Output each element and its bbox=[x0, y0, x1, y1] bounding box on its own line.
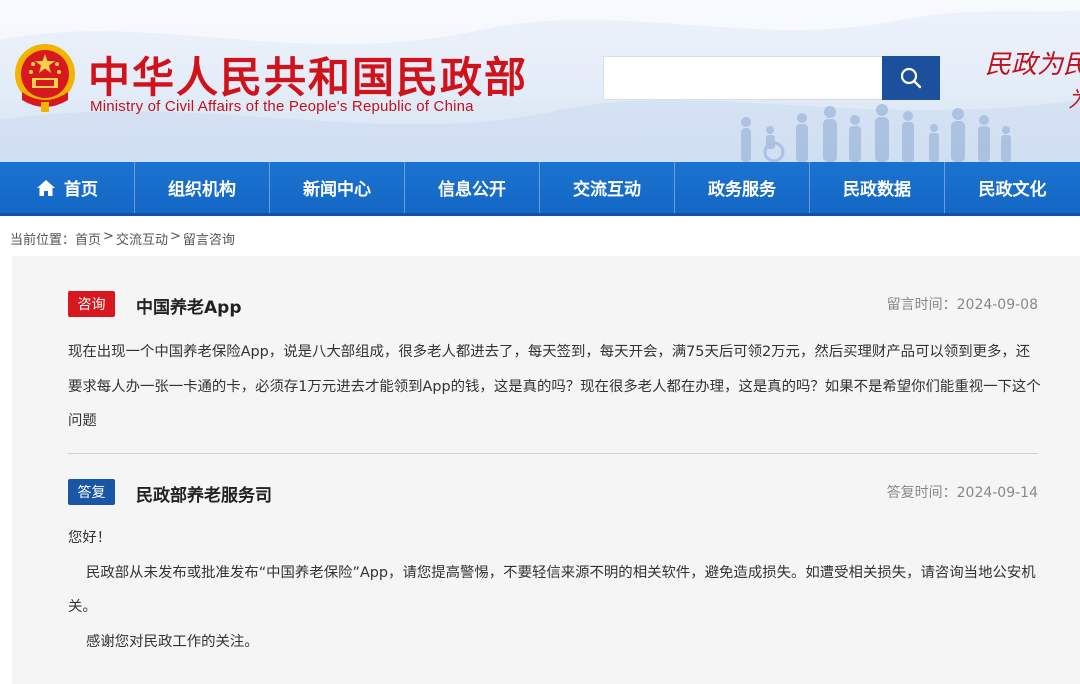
reply-tag: 答复 bbox=[68, 479, 115, 505]
nav-item-services[interactable]: 政务服务 bbox=[675, 162, 810, 213]
nav-item-label: 政务服务 bbox=[708, 180, 776, 200]
reply-greeting: 您好！ bbox=[68, 530, 112, 546]
nav-item-label: 民政文化 bbox=[978, 180, 1047, 200]
slogan-text: 民政为民 bbox=[985, 50, 1080, 80]
breadcrumb-link-current[interactable]: 留言咨询 bbox=[183, 229, 235, 248]
nav-item-info-disclosure[interactable]: 信息公开 bbox=[405, 162, 540, 213]
site-subtitle: Ministry of Civil Affairs of the People'… bbox=[90, 98, 474, 115]
breadcrumb-link-interaction[interactable]: 交流互动 bbox=[116, 229, 168, 248]
reply-paragraph: 民政部从未发布或批准发布“中国养老保险”App，请您提高警惕，不要轻信来源不明的… bbox=[68, 564, 1036, 616]
slogan-text-2: 为 bbox=[1068, 82, 1080, 114]
nav-item-data[interactable]: 民政数据 bbox=[810, 162, 945, 213]
nav-item-interaction[interactable]: 交流互动 bbox=[540, 162, 675, 213]
nav-item-label: 信息公开 bbox=[438, 180, 506, 200]
reply-closing: 感谢您对民政工作的关注。 bbox=[86, 633, 259, 650]
national-emblem-icon bbox=[15, 44, 75, 112]
nav-item-label: 民政数据 bbox=[843, 180, 911, 200]
nav-item-home[interactable]: 首页 bbox=[0, 162, 135, 213]
nav-item-label: 首页 bbox=[64, 180, 98, 200]
nav-item-label: 组织机构 bbox=[168, 180, 236, 200]
search-icon bbox=[900, 67, 922, 89]
inquiry-tag: 咨询 bbox=[68, 291, 115, 317]
nav-item-label: 交流互动 bbox=[573, 180, 641, 200]
search-input[interactable] bbox=[603, 56, 883, 100]
inquiry-title: 中国养老App bbox=[136, 298, 242, 318]
inquiry-date: 留言时间：2024-09-08 bbox=[886, 297, 1038, 313]
main-navigation: 首页 组织机构 新闻中心 信息公开 交流互动 政务服务 民政数据 民政文化 bbox=[0, 162, 1080, 216]
search-button[interactable] bbox=[882, 56, 940, 100]
nav-item-culture[interactable]: 民政文化 bbox=[945, 162, 1080, 213]
breadcrumb-link-home[interactable]: 首页 bbox=[75, 229, 101, 248]
reply-date: 答复时间：2024-09-14 bbox=[886, 485, 1038, 501]
breadcrumb: 当前位置： 首页 > 交流互动 > 留言咨询 bbox=[10, 229, 235, 248]
reply-body: 您好！ 民政部从未发布或批准发布“中国养老保险”App，请您提高警惕，不要轻信来… bbox=[68, 521, 1043, 659]
site-title[interactable]: 中华人民共和国民政部 bbox=[88, 44, 528, 105]
breadcrumb-separator: > bbox=[169, 229, 181, 244]
site-header: 中华人民共和国民政部 Ministry of Civil Affairs of … bbox=[0, 0, 1080, 162]
message-panel: 咨询 中国养老App 留言时间：2024-09-08 现在出现一个中国养老保险A… bbox=[12, 256, 1080, 684]
breadcrumb-separator: > bbox=[103, 229, 114, 244]
people-silhouettes-graphic bbox=[741, 104, 1011, 162]
reply-department: 民政部养老服务司 bbox=[136, 486, 272, 506]
nav-item-label: 新闻中心 bbox=[303, 180, 371, 200]
divider bbox=[68, 453, 1038, 454]
breadcrumb-prefix: 当前位置： bbox=[10, 233, 76, 248]
nav-item-organization[interactable]: 组织机构 bbox=[135, 162, 270, 213]
home-icon bbox=[37, 179, 55, 196]
nav-item-news[interactable]: 新闻中心 bbox=[270, 162, 405, 213]
inquiry-body: 现在出现一个中国养老保险App，说是八大部组成，很多老人都进去了，每天签到，每天… bbox=[68, 344, 1041, 429]
